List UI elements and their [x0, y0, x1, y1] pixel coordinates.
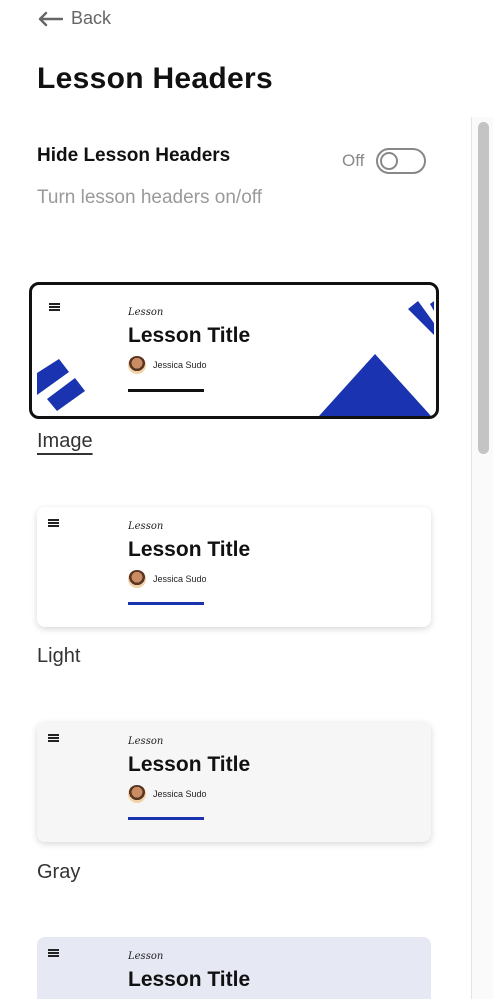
hide-headers-toggle[interactable]: Off: [342, 148, 427, 174]
hide-headers-title: Hide Lesson Headers: [37, 145, 231, 166]
toggle-knob: [380, 152, 399, 170]
hide-headers-description: Turn lesson headers on/off: [37, 187, 262, 208]
page-title: Lesson Headers: [37, 62, 273, 95]
author-row: Jessica Sudo: [128, 356, 250, 374]
avatar: [128, 570, 146, 588]
back-label: Back: [71, 8, 112, 28]
lesson-kicker: Lesson: [128, 736, 164, 747]
author-name: Jessica Sudo: [153, 574, 207, 584]
lesson-kicker: Lesson: [128, 521, 164, 532]
toggle-switch[interactable]: [376, 148, 427, 174]
triangle-decoration-top-right: [408, 301, 434, 335]
triangle-decoration-left: [37, 359, 85, 411]
menu-icon: [48, 519, 59, 527]
avatar: [128, 785, 146, 803]
style-label-light[interactable]: Light: [37, 645, 80, 668]
lesson-kicker: Lesson: [128, 951, 164, 962]
header-style-card-gray[interactable]: Lesson Lesson Title Jessica Sudo: [37, 722, 431, 842]
author-name: Jessica Sudo: [153, 360, 207, 370]
menu-icon: [48, 734, 59, 742]
lesson-title: Lesson Title: [128, 538, 251, 561]
lesson-kicker: Lesson: [128, 307, 164, 318]
accent-bar: [128, 817, 204, 820]
triangle-decoration-bottom-right: [319, 354, 431, 416]
style-label-gray[interactable]: Gray: [37, 861, 80, 884]
menu-icon: [49, 303, 60, 311]
lesson-title: Lesson Title: [128, 968, 251, 991]
style-label-image[interactable]: Image: [37, 430, 93, 453]
arrow-left-icon: [38, 11, 63, 26]
author-name: Jessica Sudo: [153, 789, 207, 799]
back-link[interactable]: Back: [37, 8, 111, 29]
lesson-title: Lesson Title: [128, 753, 251, 776]
header-style-card-image[interactable]: Lesson Lesson Title Jessica Sudo: [29, 282, 439, 419]
header-style-card-light[interactable]: Lesson Lesson Title Jessica Sudo: [37, 507, 431, 627]
author-row: Jessica Sudo: [128, 570, 250, 588]
accent-bar: [128, 389, 204, 392]
header-style-card-color[interactable]: Lesson Lesson Title: [37, 937, 431, 999]
accent-bar: [128, 602, 204, 605]
scrollbar-thumb[interactable]: [478, 122, 489, 454]
author-row: Jessica Sudo: [128, 785, 250, 803]
avatar: [128, 356, 146, 374]
menu-icon: [48, 949, 59, 957]
toggle-state-label: Off: [342, 151, 365, 170]
lesson-title: Lesson Title: [128, 324, 251, 347]
